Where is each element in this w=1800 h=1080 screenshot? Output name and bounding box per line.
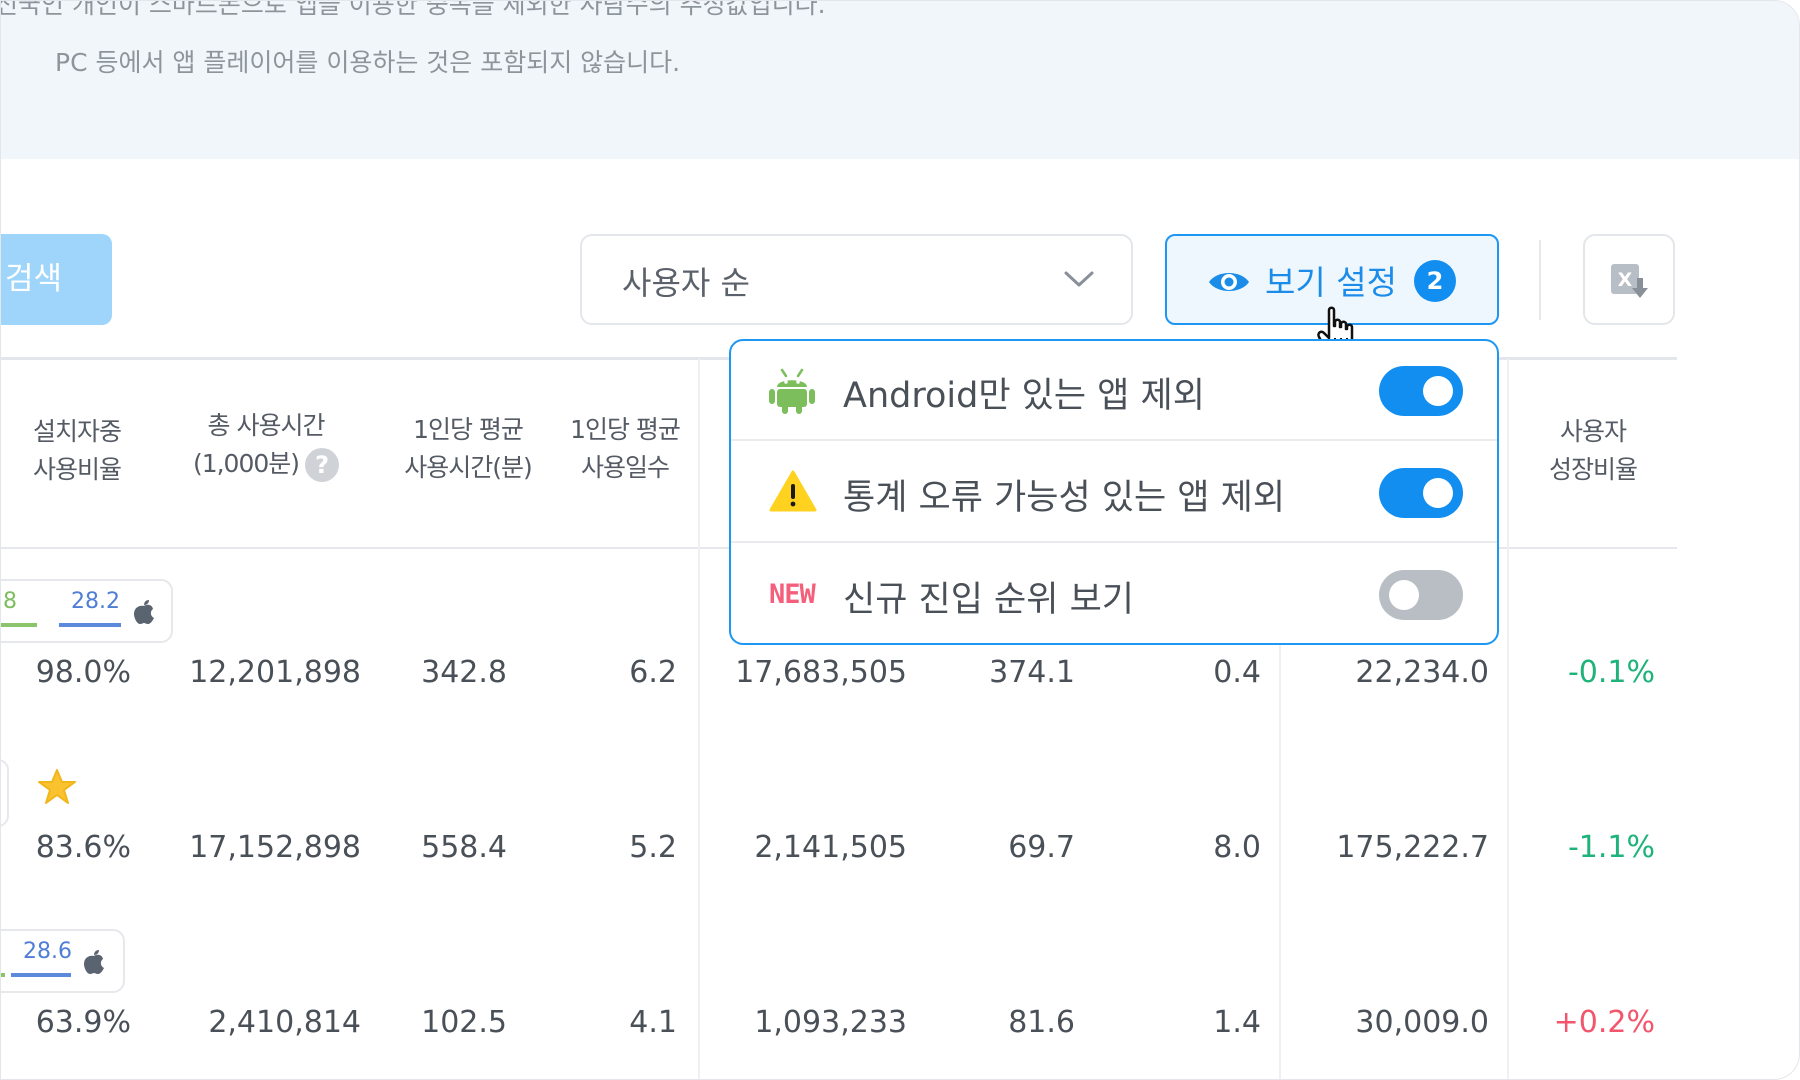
svg-text:X: X	[1618, 269, 1633, 291]
view-setting-exclude-error-apps[interactable]: 통계 오류 가능성 있는 앱 제외	[731, 443, 1497, 543]
view-setting-new-entry-rank[interactable]: NEW 신규 진입 순위 보기	[731, 545, 1497, 645]
excel-download-icon: X	[1611, 264, 1648, 298]
column-divider	[1507, 359, 1509, 1079]
ios-share-value: 28.6	[23, 939, 72, 964]
cell-users: 1,093,233	[754, 1005, 907, 1040]
star-icon[interactable]	[37, 768, 77, 806]
cell-avg-usage-days: 5.2	[629, 830, 677, 865]
header-unit: (1,000분)	[192, 449, 300, 478]
sort-select[interactable]: 사용자 순	[580, 234, 1133, 325]
ios-share-value: 28.2	[71, 589, 120, 614]
android-share-bar	[1, 973, 5, 977]
cell-value: 175,222.7	[1336, 830, 1489, 865]
cell-value: 0.4	[1213, 655, 1261, 690]
cell-value: 22,234.0	[1355, 655, 1489, 690]
chevron-down-icon	[1064, 271, 1094, 287]
toolbar-divider	[1539, 240, 1541, 320]
exclude-android-only-toggle[interactable]	[1379, 366, 1463, 416]
header-line: 설치자중	[32, 417, 122, 446]
cell-value: 374.1	[989, 655, 1075, 690]
notice-banner: 전국인 개인이 스마트폰으로 앱을 이용한 중복을 제외한 사람수의 추정값입니…	[0, 0, 1799, 159]
cell-value: 1.4	[1213, 1005, 1261, 1040]
android-share-value: 8	[3, 589, 17, 614]
cell-avg-usage-days: 4.1	[629, 1005, 677, 1040]
view-setting-label: 신규 진입 순위 보기	[843, 580, 1134, 620]
cell-total-usage-time: 2,410,814	[208, 1005, 361, 1040]
column-divider	[698, 359, 700, 1079]
view-settings-dropdown: Android만 있는 앱 제외 통계 오류 가능성 있는 앱 제외 NEW 신…	[729, 339, 1499, 645]
view-settings-label: 보기 설정	[1265, 263, 1397, 302]
ios-share-bar	[59, 623, 121, 627]
cell-total-usage-time: 17,152,898	[189, 830, 361, 865]
android-share-bar	[1, 623, 37, 627]
os-share-pill: 8 28.2	[1, 579, 173, 643]
cell-usage-ratio: 98.0%	[35, 655, 131, 690]
cell-users: 17,683,505	[735, 655, 907, 690]
cell-value: 30,009.0	[1355, 1005, 1489, 1040]
header-line: 사용일수	[580, 453, 670, 482]
header-line: 사용시간(분)	[404, 453, 533, 482]
notice-line-1: 전국인 개인이 스마트폰으로 앱을 이용한 중복을 제외한 사람수의 추정값입니…	[0, 0, 826, 19]
ios-share-bar	[11, 973, 71, 977]
header-user-growth-ratio: 사용자 성장비율	[1531, 413, 1655, 489]
header-total-usage-time: 총 사용시간 (1,000분)?	[181, 407, 351, 483]
header-line: 사용비율	[32, 455, 122, 484]
toggle-knob	[1423, 478, 1453, 508]
view-setting-exclude-android-only[interactable]: Android만 있는 앱 제외	[731, 341, 1497, 441]
notice-line-2: PC 등에서 앱 플레이어를 이용하는 것은 포함되지 않습니다.	[55, 48, 681, 77]
header-line: 사용자	[1559, 417, 1627, 446]
view-setting-label: 통계 오류 가능성 있는 앱 제외	[843, 478, 1286, 518]
cell-users: 2,141,505	[754, 830, 907, 865]
cell-user-growth-ratio: -1.1%	[1567, 830, 1655, 865]
cell-user-growth-ratio: -0.1%	[1567, 655, 1655, 690]
cell-total-usage-time: 12,201,898	[189, 655, 361, 690]
eye-icon	[1209, 273, 1249, 291]
new-tag: NEW	[769, 579, 816, 610]
header-line: (1,000분)?	[181, 445, 351, 483]
view-setting-label: Android만 있는 앱 제외	[843, 376, 1205, 416]
header-line: 1인당 평균	[570, 415, 681, 444]
header-avg-usage-time: 1인당 평균 사용시간(분)	[395, 411, 541, 487]
cell-usage-ratio: 63.9%	[35, 1005, 131, 1040]
cell-avg-usage-time: 558.4	[421, 830, 507, 865]
cell-usage-ratio: 83.6%	[35, 830, 131, 865]
header-line: 성장비율	[1548, 455, 1638, 484]
cell-value: 69.7	[1008, 830, 1075, 865]
item-separator	[731, 439, 1497, 441]
warning-icon	[769, 470, 817, 512]
apple-icon	[134, 600, 154, 624]
header-line: 1인당 평균	[413, 415, 524, 444]
new-entry-rank-toggle[interactable]	[1379, 570, 1463, 620]
cell-user-growth-ratio: +0.2%	[1553, 1005, 1655, 1040]
cell-avg-usage-time: 102.5	[421, 1005, 507, 1040]
android-icon	[769, 368, 815, 414]
help-icon[interactable]: ?	[305, 448, 340, 482]
apple-icon	[84, 950, 104, 974]
search-button[interactable]: 검색	[1, 234, 112, 325]
header-line: 총 사용시간	[207, 411, 326, 440]
header-avg-usage-days: 1인당 평균 사용일수	[563, 411, 687, 487]
search-button-label: 검색	[5, 261, 63, 297]
excel-download-button[interactable]: X	[1583, 234, 1675, 325]
cell-value: 8.0	[1213, 830, 1261, 865]
cell-avg-usage-time: 342.8	[421, 655, 507, 690]
view-settings-count-badge: 2	[1414, 260, 1456, 302]
cell-avg-usage-days: 6.2	[629, 655, 677, 690]
os-share-pill	[1, 759, 9, 827]
os-share-pill: 28.6	[1, 929, 125, 993]
cell-value: 81.6	[1008, 1005, 1075, 1040]
toggle-knob	[1423, 376, 1453, 406]
exclude-error-apps-toggle[interactable]	[1379, 468, 1463, 518]
app-frame: 전국인 개인이 스마트폰으로 앱을 이용한 중복을 제외한 사람수의 추정값입니…	[0, 0, 1800, 1080]
toggle-knob	[1389, 580, 1419, 610]
sort-select-value: 사용자 순	[622, 264, 750, 302]
header-usage-ratio: 설치자중 사용비율	[21, 413, 133, 489]
item-separator	[731, 541, 1497, 543]
